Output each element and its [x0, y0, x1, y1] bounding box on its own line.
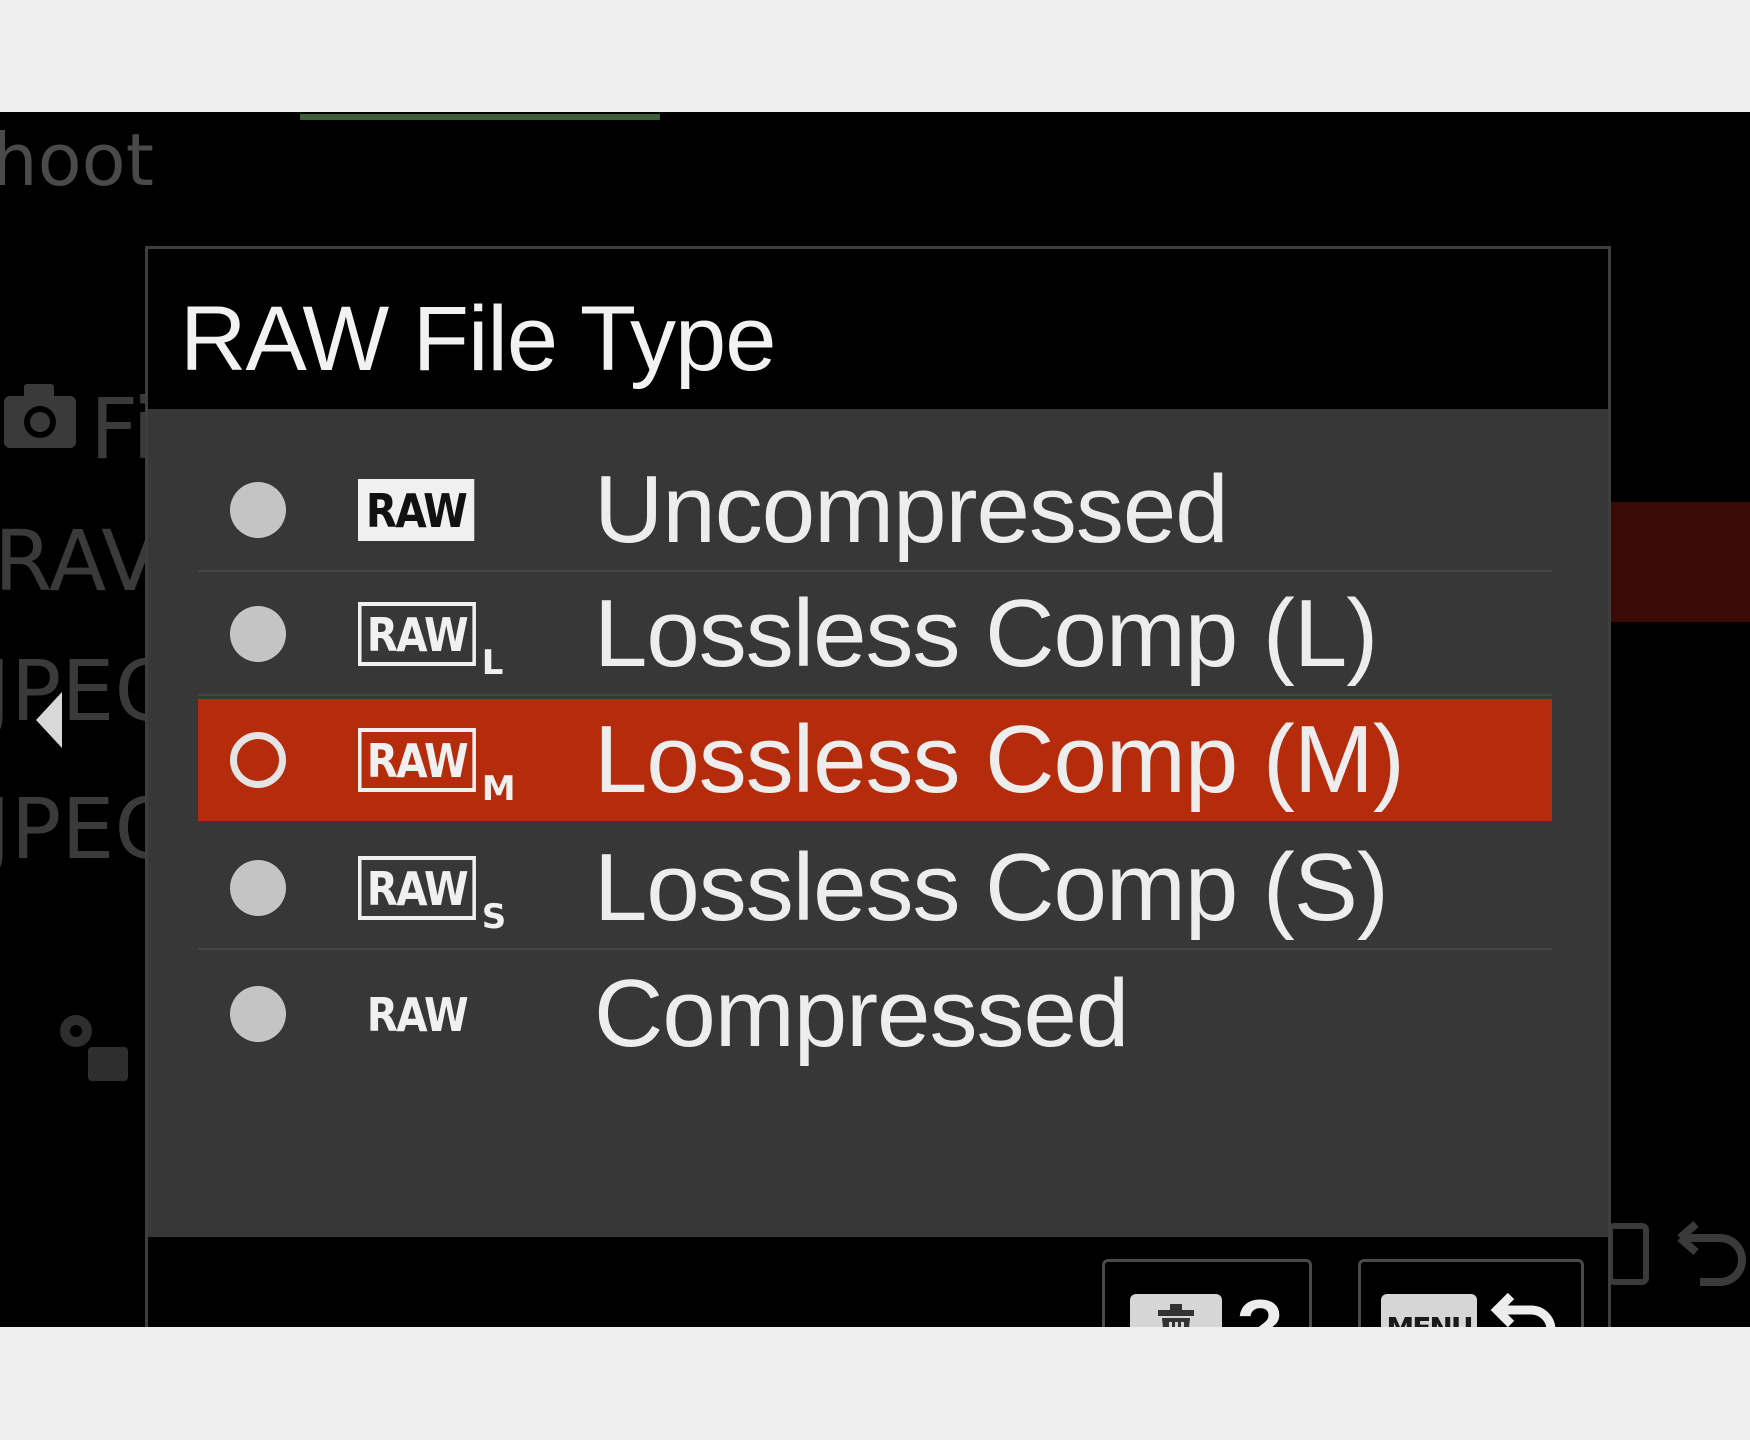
menu-key-icon: MENU — [1381, 1294, 1477, 1327]
radio-button-selected[interactable] — [230, 732, 286, 788]
dialog-title: RAW File Type — [180, 288, 776, 390]
background-category-title: hoot — [0, 118, 154, 202]
radio-button[interactable] — [230, 606, 286, 662]
background-tab-bar — [260, 114, 1460, 128]
option-label: Uncompressed — [594, 456, 1229, 563]
option-label: Lossless Comp (L) — [594, 580, 1378, 687]
option-lossless-l[interactable]: RAW L Lossless Comp (L) — [198, 573, 1552, 696]
radio-button[interactable] — [230, 986, 286, 1042]
option-label: Lossless Comp (M) — [594, 706, 1405, 813]
left-arrow-icon[interactable] — [36, 692, 62, 748]
option-label: Lossless Comp (S) — [594, 834, 1389, 941]
raw-file-type-dialog: RAW File Type RAW Uncompressed RAW L Los… — [145, 246, 1611, 1327]
camera-icon — [2, 380, 78, 455]
camera-screen: hoot Fi RAV JPEG JPEG RAW File Type RAW … — [0, 112, 1750, 1327]
radio-button[interactable] — [230, 860, 286, 916]
option-list: RAW Uncompressed RAW L Lossless Comp (L) — [148, 409, 1608, 1237]
help-button[interactable]: ? — [1102, 1259, 1312, 1327]
return-arrow-icon — [1487, 1288, 1561, 1327]
background-return-icon — [1607, 1218, 1750, 1303]
radio-button[interactable] — [230, 482, 286, 538]
option-uncompressed[interactable]: RAW Uncompressed — [198, 449, 1552, 572]
raw-m-badge-icon: RAW M — [358, 728, 516, 806]
background-selected-highlight — [1600, 502, 1750, 622]
raw-s-badge-icon: RAW S — [358, 856, 506, 934]
option-lossless-m[interactable]: RAW M Lossless Comp (M) — [198, 699, 1552, 821]
option-lossless-s[interactable]: RAW S Lossless Comp (S) — [198, 827, 1552, 950]
raw-plain-badge-icon: RAW — [366, 988, 469, 1042]
background-menu-item-raw: RAV — [0, 512, 159, 610]
settings-gear-icon — [52, 1007, 132, 1092]
raw-l-badge-icon: RAW L — [358, 602, 503, 680]
question-mark-icon: ? — [1236, 1283, 1284, 1327]
option-label: Compressed — [594, 960, 1129, 1067]
raw-badge-icon: RAW — [358, 479, 490, 541]
option-compressed[interactable]: RAW Compressed — [198, 953, 1552, 1075]
back-button[interactable]: MENU — [1358, 1259, 1584, 1327]
trash-icon — [1130, 1294, 1223, 1327]
